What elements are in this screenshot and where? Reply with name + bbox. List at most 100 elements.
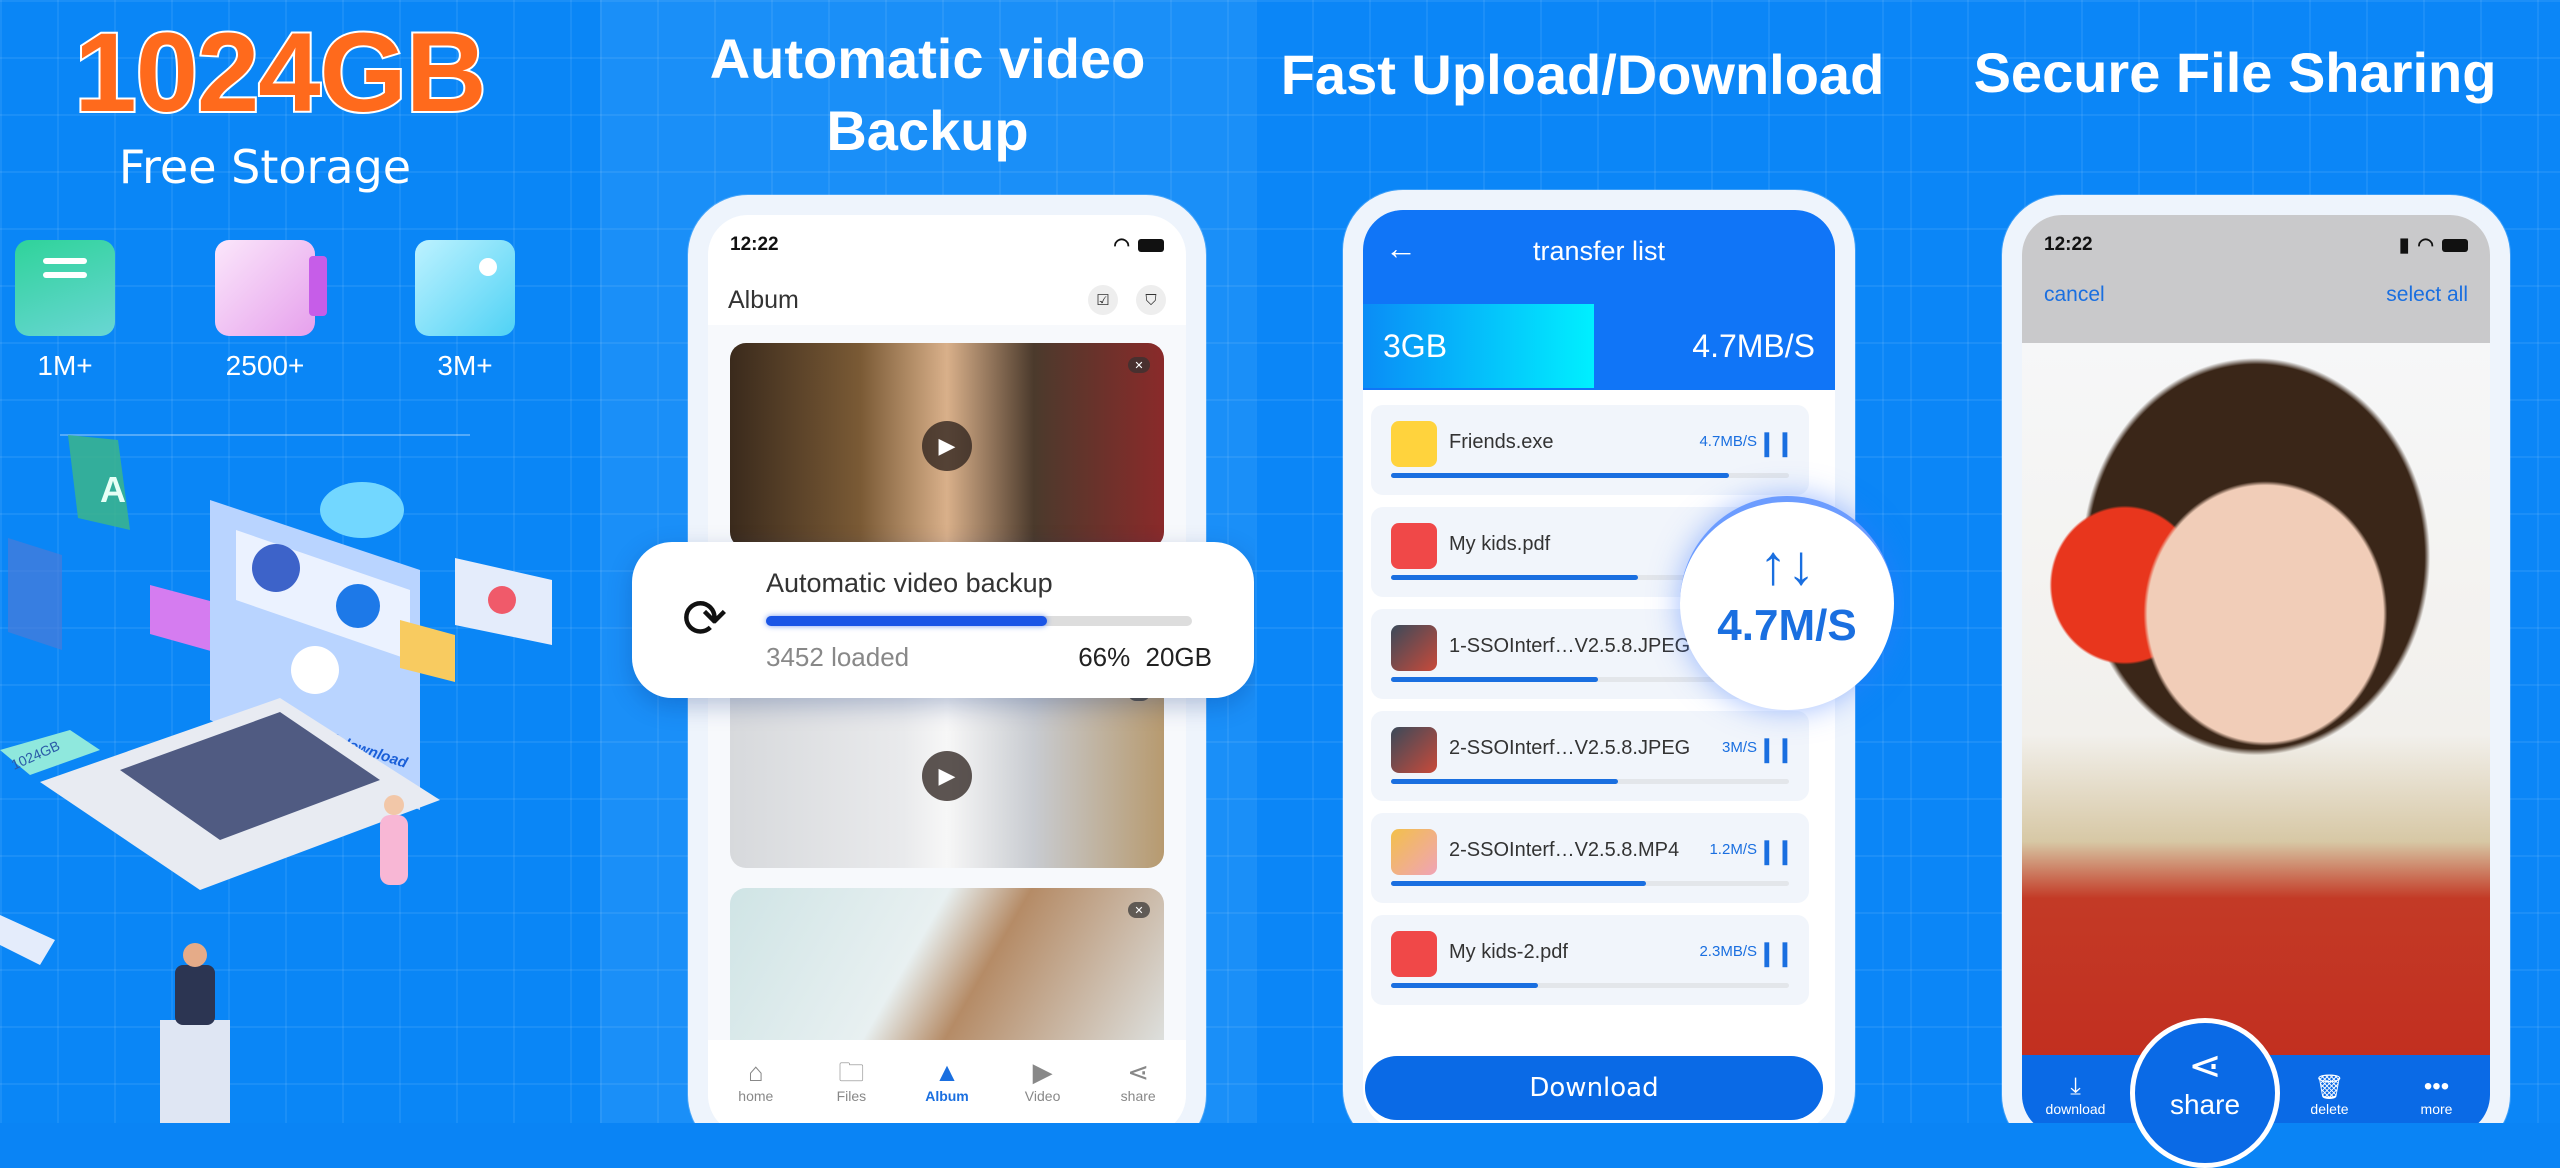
tab-label: share: [1120, 1088, 1156, 1104]
backup-loaded-count: 3452 loaded: [766, 642, 910, 672]
status-time: 12:22: [2044, 234, 2093, 255]
album-icon: ▲: [934, 1057, 960, 1087]
pause-icon[interactable]: ❙❙: [1757, 429, 1795, 458]
phone-share: 12:22 ▮ ◠ cancel select all ⤓ download 🗑 de…: [2002, 195, 2510, 1123]
transfer-headline: Fast Upload/Download: [1280, 43, 1885, 106]
transfer-summary: 3GB 4.7MB/S: [1363, 304, 1835, 388]
transfer-item[interactable]: 2-SSOInterf…V2.5.8.JPEG 3M/S ❙❙: [1371, 711, 1809, 801]
transfer-item-progress: [1391, 473, 1789, 478]
tab-label: Album: [925, 1088, 969, 1104]
more-action[interactable]: ••• more: [2392, 1073, 2482, 1117]
transfer-item[interactable]: My kids-2.pdf 2.3MB/S ❙❙: [1371, 915, 1809, 1005]
upload-cloud-icon: [336, 584, 380, 628]
select-all-button[interactable]: select all: [2386, 283, 2468, 307]
share-header: 12:22 ▮ ◠ cancel select all: [2022, 215, 2490, 343]
share-icon: ⋖: [1127, 1057, 1150, 1087]
select-checkbox-icon[interactable]: ☑: [1088, 284, 1118, 315]
video-icon: [215, 240, 327, 336]
transfer-item-progress-fill: [1391, 575, 1638, 580]
document-card: [0, 915, 55, 965]
transfer-item-speed: 4.7MB/S: [1699, 433, 1757, 450]
backup-percent: 66%: [1078, 642, 1131, 672]
download-badge: [291, 646, 339, 694]
play-icon[interactable]: ▶: [922, 420, 972, 471]
person-man-head: [183, 943, 207, 967]
video-thumbnail[interactable]: ▶ ✕: [730, 343, 1164, 548]
delete-action[interactable]: 🗑 delete: [2285, 1073, 2375, 1117]
document-icon: [15, 240, 115, 336]
transfer-item-progress-fill: [1391, 473, 1730, 478]
status-time: 12:22: [730, 234, 779, 255]
bottom-tab-bar: ⌂ home 🗀 Files ▲ Album ▶ Video ⋖ share: [708, 1040, 1186, 1123]
download-button[interactable]: Download: [1365, 1056, 1823, 1120]
play-dot: [488, 586, 516, 614]
transfer-item-progress-fill: [1391, 779, 1618, 784]
panel-secure-sharing: Secure File Sharing 12:22 ▮ ◠ cancel sele…: [1910, 0, 2560, 1123]
download-action[interactable]: ⤓ download: [2031, 1073, 2121, 1117]
wifi-icon: ◠: [2417, 234, 2434, 256]
transfer-item[interactable]: Friends.exe 4.7MB/S ❙❙: [1371, 405, 1809, 495]
transfer-item-progress-fill: [1391, 983, 1539, 988]
tab-files[interactable]: 🗀 Files: [816, 1056, 886, 1123]
folder-icon: 🗀: [838, 1057, 865, 1087]
filter-icon[interactable]: ⛉: [1136, 285, 1166, 316]
shared-photo[interactable]: [2022, 343, 2490, 1055]
action-label: more: [2420, 1101, 2453, 1117]
home-icon: ⌂: [747, 1057, 764, 1087]
status-bar: 12:22 ▮ ◠: [2022, 215, 2490, 275]
pause-icon[interactable]: ❙❙: [1757, 837, 1795, 866]
share-button[interactable]: ⋖ share: [2130, 1018, 2280, 1168]
tab-label: Video: [1024, 1088, 1061, 1104]
album-title: Album: [728, 285, 799, 314]
battery-icon: [1138, 238, 1164, 252]
transfer-title: transfer list: [1532, 236, 1666, 266]
close-icon[interactable]: ✕: [1128, 902, 1150, 918]
transfer-item[interactable]: 2-SSOInterf…V2.5.8.MP4 1.2M/S ❙❙: [1371, 813, 1809, 903]
transfer-item-speed: 1.2M/S: [1709, 841, 1757, 858]
server-stack: [160, 1020, 230, 1123]
storage-headline: 1024GB: [72, 8, 488, 137]
folder-icon: [1391, 421, 1437, 467]
storage-subheadline: Free Storage: [118, 140, 412, 194]
transfer-item-name: My kids.pdf: [1449, 533, 1551, 555]
pause-icon[interactable]: ❙❙: [1757, 939, 1795, 968]
upload-download-arrows-icon: ↑↓: [1759, 533, 1815, 596]
feature-label: 2500+: [225, 350, 305, 381]
transfer-item-progress: [1391, 779, 1789, 784]
tab-video[interactable]: ▶ Video: [1008, 1056, 1078, 1123]
backup-headline-line1: Automatic video: [709, 27, 1146, 90]
storage-illustration: A High speed download 1024GB: [0, 434, 552, 1123]
download-icon: ⤓: [2070, 1073, 2081, 1100]
cancel-button[interactable]: cancel: [2044, 283, 2105, 307]
play-icon[interactable]: ▶: [922, 750, 972, 801]
backup-progress-bar: [766, 616, 1192, 626]
person-woman-head: [384, 795, 404, 815]
pause-icon[interactable]: ❙❙: [1757, 735, 1795, 764]
transfer-item-progress-fill: [1391, 677, 1598, 682]
transfer-item-name: My kids-2.pdf: [1449, 941, 1568, 963]
transfer-item-name: 2-SSOInterf…V2.5.8.MP4: [1449, 839, 1680, 861]
pdf-icon: [1391, 523, 1437, 569]
sync-icon: ⟳: [682, 589, 728, 649]
share-icon: ⋖: [2188, 1044, 2222, 1088]
tab-label: home: [738, 1088, 774, 1104]
person-man: [175, 965, 215, 1025]
close-icon[interactable]: ✕: [1128, 357, 1150, 373]
video-thumbnail[interactable]: ▶ ✕: [730, 683, 1164, 868]
video-thumbnail-icon: [1391, 829, 1437, 875]
tab-share[interactable]: ⋖ share: [1103, 1056, 1173, 1123]
backup-headline-line2: Backup: [826, 99, 1029, 162]
pdf-icon: [1391, 931, 1437, 977]
backup-progress-card: ⟳ Automatic video backup 3452 loaded 66%…: [632, 542, 1254, 698]
transfer-item-progress: [1391, 881, 1789, 886]
transfer-item-name: Friends.exe: [1449, 431, 1554, 453]
more-icon: •••: [2423, 1073, 2450, 1100]
action-label: delete: [2310, 1101, 2349, 1117]
feature-label: 3M+: [437, 350, 493, 381]
tab-album[interactable]: ▲ Album: [912, 1056, 982, 1123]
cloud-icon: [320, 482, 404, 538]
tab-home[interactable]: ⌂ home: [721, 1056, 791, 1123]
transfer-header: ← transfer list 3GB 4.7MB/S: [1363, 210, 1835, 390]
photo-thumbnail-icon: [1391, 727, 1437, 773]
person-woman: [380, 815, 408, 885]
